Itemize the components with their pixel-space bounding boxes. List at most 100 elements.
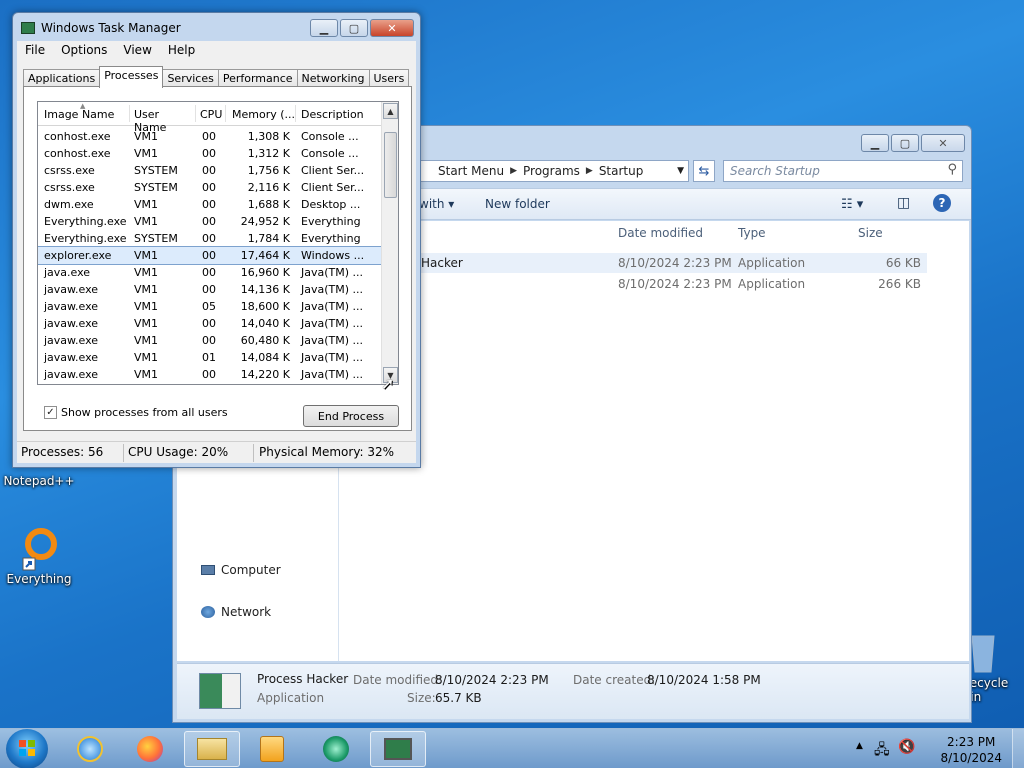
process-row[interactable]: javaw.exe VM1 00 14,040 K Java(TM) ...	[38, 315, 382, 332]
column-cpu[interactable]: CPU	[196, 105, 226, 122]
process-memory: 18,600 K	[240, 300, 290, 313]
process-memory: 2,116 K	[247, 181, 290, 194]
clock-date: 8/10/2024	[940, 751, 1002, 765]
end-process-button[interactable]: End Process	[303, 405, 399, 427]
show-hidden-icons-icon[interactable]: ▲	[856, 741, 863, 751]
process-row[interactable]: Everything.exe SYSTEM 00 1,784 K Everything	[38, 230, 382, 247]
explorer-title-buttons: ▁ ▢ ✕	[861, 134, 965, 152]
show-all-label: Show processes from all users	[61, 406, 228, 419]
maximize-button[interactable]: ▢	[891, 134, 919, 152]
process-list-header: Image Name User Name CPU Memory (... Des…	[38, 102, 382, 134]
process-description: Console ...	[301, 147, 359, 160]
breadcrumb-start-menu[interactable]: Start Menu	[438, 164, 504, 178]
process-user-name: VM1	[134, 283, 159, 296]
file-row[interactable]: 8/10/2024 2:23 PM Application 266 KB	[417, 274, 927, 294]
process-row[interactable]: javaw.exe VM1 05 18,600 K Java(TM) ...	[38, 298, 382, 315]
title-bar[interactable]: Windows Task Manager	[21, 21, 181, 35]
process-row[interactable]: csrss.exe SYSTEM 00 1,756 K Client Ser...	[38, 162, 382, 179]
taskbar-explorer[interactable]	[184, 731, 240, 767]
address-bar[interactable]: Start Menu ▶ Programs ▶ Startup ▼	[413, 160, 689, 182]
process-memory: 14,136 K	[240, 283, 290, 296]
media-player-icon	[260, 736, 284, 762]
open-with-label: with	[419, 197, 445, 211]
taskbar-internet-explorer[interactable]	[62, 731, 118, 767]
menu-view[interactable]: View	[115, 41, 159, 61]
menu-bar: File Options View Help	[17, 41, 416, 61]
process-image-name: java.exe	[44, 266, 91, 279]
network-tray-icon[interactable]: 🖧	[874, 739, 890, 763]
process-user-name: VM1	[134, 266, 159, 279]
process-row[interactable]: csrss.exe SYSTEM 00 2,116 K Client Ser...	[38, 179, 382, 196]
process-row[interactable]: Everything.exe VM1 00 24,952 K Everything	[38, 213, 382, 230]
process-row[interactable]: dwm.exe VM1 00 1,688 K Desktop ...	[38, 196, 382, 213]
process-row[interactable]: conhost.exe VM1 00 1,312 K Console ...	[38, 145, 382, 162]
volume-muted-icon[interactable]: 🔇	[898, 739, 915, 755]
taskbar-media-player[interactable]	[244, 731, 300, 767]
process-description: Java(TM) ...	[301, 351, 364, 364]
process-cpu: 00	[202, 232, 216, 245]
address-dropdown-icon[interactable]: ▼	[677, 166, 684, 176]
column-user-name[interactable]: User Name	[130, 105, 196, 134]
process-memory: 16,960 K	[240, 266, 290, 279]
view-options-icon[interactable]: ☷ ▾	[841, 197, 863, 212]
process-user-name: VM1	[134, 300, 159, 313]
start-button[interactable]	[6, 729, 48, 768]
task-manager-window[interactable]: Windows Task Manager ▁ ▢ ✕ File Options …	[12, 12, 421, 468]
maximize-button[interactable]: ▢	[340, 19, 368, 37]
breadcrumb-arrow-icon[interactable]: ▶	[510, 166, 517, 176]
process-image-name: javaw.exe	[44, 300, 99, 313]
process-row[interactable]: java.exe VM1 00 16,960 K Java(TM) ...	[38, 264, 382, 281]
menu-options[interactable]: Options	[53, 41, 115, 61]
checkbox-checked-icon[interactable]: ✓	[44, 406, 57, 419]
folder-icon	[197, 738, 227, 760]
new-folder-button[interactable]: New folder	[485, 197, 550, 211]
scroll-thumb[interactable]	[384, 132, 397, 198]
column-date-modified[interactable]: Date modified	[618, 226, 703, 240]
process-row[interactable]: javaw.exe VM1 00 60,480 K Java(TM) ...	[38, 332, 382, 349]
desktop-icon-everything[interactable]: Everything	[2, 528, 76, 586]
nav-item-network[interactable]: Network	[201, 605, 271, 619]
file-row[interactable]: Hacker 8/10/2024 2:23 PM Application 66 …	[417, 253, 927, 273]
preview-pane-icon[interactable]: ◫	[897, 195, 910, 211]
vertical-scrollbar[interactable]: ▲ ▼	[381, 102, 398, 384]
clock[interactable]: 2:23 PM 8/10/2024	[940, 734, 1002, 766]
process-list[interactable]: Image Name User Name CPU Memory (... Des…	[37, 101, 399, 385]
close-button[interactable]: ✕	[370, 19, 414, 37]
column-memory[interactable]: Memory (...	[226, 105, 296, 122]
show-all-processes-checkbox[interactable]: ✓ Show processes from all users	[44, 406, 228, 419]
minimize-button[interactable]: ▁	[861, 134, 889, 152]
nav-item-computer[interactable]: Computer	[201, 563, 281, 577]
status-cpu: CPU Usage: 20%	[128, 445, 229, 459]
menu-help[interactable]: Help	[160, 41, 203, 61]
close-button[interactable]: ✕	[921, 134, 965, 152]
column-type[interactable]: Type	[738, 226, 766, 240]
process-memory: 60,480 K	[240, 334, 290, 347]
taskbar-app[interactable]	[308, 731, 364, 767]
help-icon[interactable]: ?	[933, 194, 951, 212]
process-row[interactable]: javaw.exe VM1 00 14,220 K Java(TM) ...	[38, 366, 382, 383]
open-with-button[interactable]: with ▾	[419, 197, 454, 211]
show-desktop-button[interactable]	[1012, 729, 1024, 768]
process-memory: 1,784 K	[247, 232, 290, 245]
breadcrumb-programs[interactable]: Programs	[523, 164, 580, 178]
minimize-button[interactable]: ▁	[310, 19, 338, 37]
taskbar-firefox[interactable]	[122, 731, 178, 767]
refresh-icon[interactable]: ⇆	[693, 160, 715, 182]
tab-processes[interactable]: Processes	[99, 66, 164, 88]
process-row[interactable]: conhost.exe VM1 00 1,308 K Console ...	[38, 128, 382, 145]
taskbar-task-manager[interactable]	[370, 731, 426, 767]
column-size[interactable]: Size	[858, 226, 883, 240]
file-thumbnail-icon	[199, 673, 241, 709]
process-row[interactable]: javaw.exe VM1 01 14,084 K Java(TM) ...	[38, 349, 382, 366]
breadcrumb-startup[interactable]: Startup	[599, 164, 644, 178]
scroll-up-icon[interactable]: ▲	[383, 103, 398, 119]
menu-file[interactable]: File	[17, 41, 53, 61]
process-row[interactable]: explorer.exe VM1 00 17,464 K Windows ...	[38, 246, 383, 265]
column-description[interactable]: Description	[296, 105, 382, 122]
desktop-icon-notepadpp[interactable]: Notepad++	[2, 474, 76, 488]
process-row[interactable]: javaw.exe VM1 00 14,136 K Java(TM) ...	[38, 281, 382, 298]
process-cpu: 01	[202, 351, 216, 364]
search-input[interactable]: Search Startup ⚲	[723, 160, 963, 182]
recycle-bin-icon	[971, 635, 995, 673]
breadcrumb-arrow-icon[interactable]: ▶	[586, 166, 593, 176]
